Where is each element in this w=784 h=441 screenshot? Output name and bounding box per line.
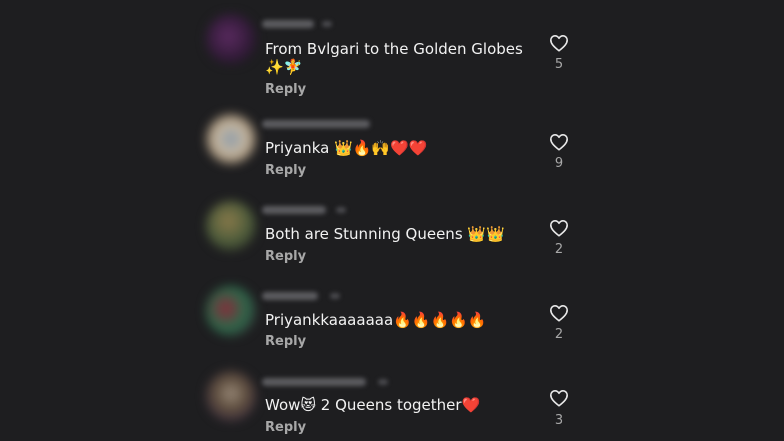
timestamp-blurred <box>378 379 388 385</box>
reply-button[interactable]: Reply <box>265 334 306 350</box>
heart-icon[interactable] <box>549 389 569 407</box>
username-blurred[interactable] <box>262 292 318 300</box>
heart-icon[interactable] <box>549 133 569 151</box>
timestamp-blurred <box>322 21 332 27</box>
like-count: 2 <box>554 327 564 342</box>
like-count: 3 <box>554 413 564 428</box>
comment-text-continued: ✨🧚 <box>265 58 303 76</box>
avatar[interactable] <box>206 14 256 64</box>
username-blurred[interactable] <box>262 206 326 214</box>
like-count: 2 <box>554 242 564 257</box>
comment-text: Priyanka 👑🔥🙌❤️❤️ <box>265 139 428 157</box>
avatar[interactable] <box>206 286 256 336</box>
avatar[interactable] <box>206 114 256 164</box>
avatar[interactable] <box>206 201 256 251</box>
reply-button[interactable]: Reply <box>265 82 306 98</box>
comment-text: Both are Stunning Queens 👑👑 <box>265 225 505 243</box>
heart-icon[interactable] <box>549 219 569 237</box>
comment-text: Wow😻 2 Queens together❤️ <box>265 396 481 414</box>
reply-button[interactable]: Reply <box>265 420 306 436</box>
reply-button[interactable]: Reply <box>265 163 306 179</box>
username-blurred[interactable] <box>262 120 370 128</box>
comment-text: From Bvlgari to the Golden Globes <box>265 40 523 58</box>
heart-icon[interactable] <box>549 304 569 322</box>
username-blurred[interactable] <box>262 378 366 386</box>
timestamp-blurred <box>336 207 346 213</box>
timestamp-blurred <box>330 293 340 299</box>
avatar[interactable] <box>206 371 256 421</box>
heart-icon[interactable] <box>549 34 569 52</box>
like-count: 9 <box>554 156 564 171</box>
username-blurred[interactable] <box>262 20 314 28</box>
reply-button[interactable]: Reply <box>265 249 306 265</box>
comment-text: Priyankkaaaaaaa🔥🔥🔥🔥🔥 <box>265 311 487 329</box>
like-count: 5 <box>554 57 564 72</box>
